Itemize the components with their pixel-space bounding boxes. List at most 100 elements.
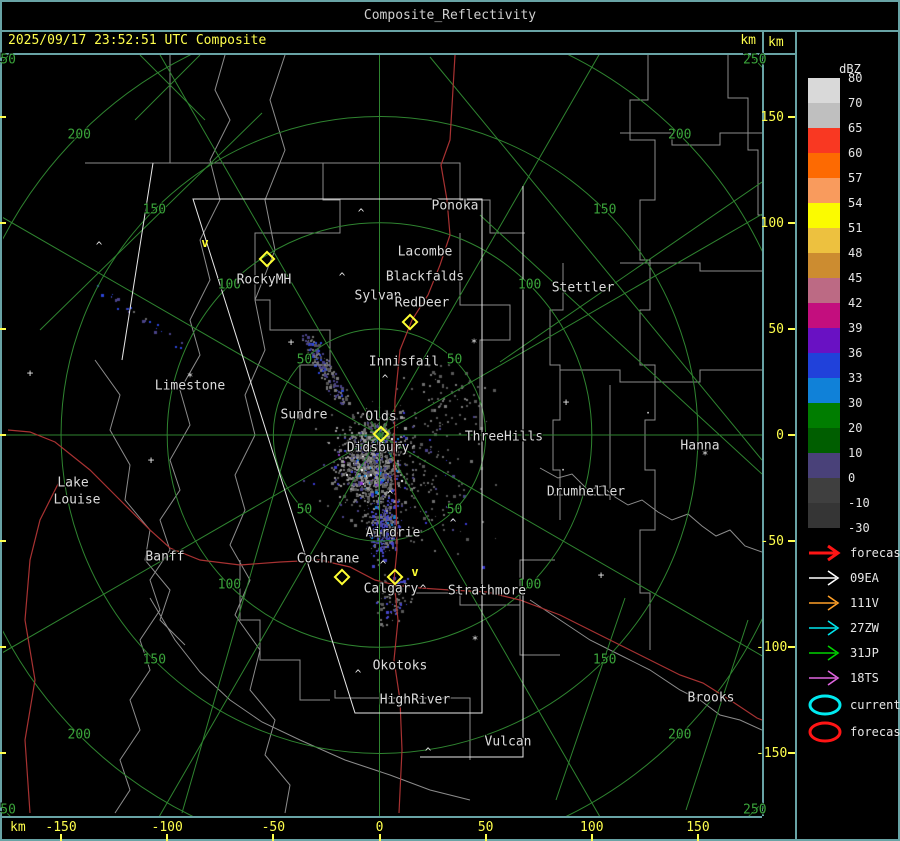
outer-frame-left — [0, 0, 2, 841]
city-label-sundre: Sundre — [281, 408, 328, 423]
left-axis-tick-mark — [0, 752, 6, 754]
bottom-axis-tick-mark — [591, 834, 593, 841]
legend-symbol-ellipse-current — [806, 694, 846, 716]
range-ring-label: 150 — [143, 653, 166, 668]
window-title: Composite_Reflectivity — [0, 0, 900, 30]
range-ring-label: 50 — [297, 503, 313, 518]
town-caret-marker: ^ — [96, 240, 103, 253]
city-label-threehills: ThreeHills — [465, 430, 543, 445]
right-axis-tick-label: 0 — [756, 428, 784, 443]
bottom-axis-tick-label: -50 — [262, 820, 285, 835]
bottom-axis-tick-label: -100 — [152, 820, 183, 835]
city-label-ponoka: Ponoka — [432, 199, 479, 214]
city-label-olds: Olds — [365, 410, 396, 425]
city-label-calgary: Calgary — [364, 582, 419, 597]
city-label-vulcan: Vulcan — [485, 735, 532, 750]
bottom-axis-tick-label: 50 — [478, 820, 494, 835]
right-axis-tick-label: -50 — [756, 534, 784, 549]
range-ring-label: 100 — [218, 578, 241, 593]
legend-label-111V: 111V — [850, 597, 879, 609]
colorbar-color-swatch — [808, 278, 840, 303]
radar-site-check-icon: v — [201, 236, 208, 250]
left-axis-tick-mark — [0, 540, 6, 542]
colorbar-tick-label: 30 — [848, 397, 892, 409]
right-axis-tick-mark — [788, 222, 795, 224]
legend-label-forecast: forecast — [850, 726, 900, 738]
radar-site-check-icon: v — [411, 565, 418, 579]
bottom-axis-tick-mark — [697, 834, 699, 841]
colorbar-color-swatch — [808, 228, 840, 253]
km-unit-bottom-axis: km — [10, 820, 26, 835]
colorbar-tick-label: 57 — [848, 172, 892, 184]
right-axis-tick-mark — [788, 752, 795, 754]
legend-label-27ZW: 27ZW — [850, 622, 879, 634]
city-label-highriver: HighRiver — [380, 693, 450, 708]
town-asterisk-marker: * — [472, 634, 479, 647]
bottom-axis-tick-mark — [272, 834, 274, 841]
city-label-lacombe: Lacombe — [398, 245, 453, 260]
city-label-didsbury: Didsbury — [347, 441, 410, 456]
colorbar-tick-label: -30 — [848, 522, 892, 534]
colorbar-tick-label: 39 — [848, 322, 892, 334]
legend-symbol-arrow-111V — [806, 592, 846, 614]
km-unit-right-axis: km — [768, 35, 784, 50]
bottom-axis-tick-mark — [60, 834, 62, 841]
town-caret-marker: ^ — [387, 489, 394, 502]
city-label-innisfail: Innisfail — [369, 355, 439, 370]
city-label-banff: Banff — [145, 550, 184, 565]
range-ring-label: 250 — [0, 52, 16, 67]
city-label-stettler: Stettler — [552, 281, 615, 296]
city-label-brooks: Brooks — [688, 691, 735, 706]
town-caret-marker: ^ — [380, 559, 387, 572]
left-axis-tick-mark — [0, 222, 6, 224]
city-label-louise: Louise — [54, 493, 101, 508]
colorbar-color-swatch — [808, 503, 840, 528]
map-right-border — [762, 30, 764, 816]
right-axis-tick-label: -150 — [756, 746, 784, 761]
range-ring-label: 50 — [447, 352, 463, 367]
colorbar-color-swatch — [808, 103, 840, 128]
colorbar-color-swatch — [808, 203, 840, 228]
colorbar-tick-label: 20 — [848, 422, 892, 434]
town-plus-marker: + — [27, 367, 34, 380]
range-ring-label: 200 — [68, 728, 91, 743]
range-ring-label: 250 — [743, 803, 766, 818]
km-unit-map: km — [726, 33, 756, 48]
range-ring-label: 150 — [143, 202, 166, 217]
legend-label-31JP: 31JP — [850, 647, 879, 659]
legend-label-forecast: forecast — [850, 547, 900, 559]
colorbar-tick-label: -10 — [848, 497, 892, 509]
colorbar-tick-label: 80 — [848, 72, 892, 84]
colorbar-tick-label: 45 — [848, 272, 892, 284]
colorbar-color-swatch — [808, 428, 840, 453]
colorbar-tick-label: 42 — [848, 297, 892, 309]
right-axis-tick-mark — [788, 646, 795, 648]
title-separator — [0, 30, 900, 32]
legend-symbol-arrow-27ZW — [806, 617, 846, 639]
legend-label-current: current — [850, 699, 900, 711]
town-caret-marker: ^ — [450, 517, 457, 530]
left-axis-tick-mark — [0, 328, 6, 330]
bottom-axis-tick-label: -150 — [45, 820, 76, 835]
left-axis-tick-mark — [0, 434, 6, 436]
town-caret-marker: ^ — [355, 668, 362, 681]
legend-symbol-arrow-31JP — [806, 642, 846, 664]
city-label-lake: Lake — [57, 476, 88, 491]
range-ring-label: 50 — [297, 352, 313, 367]
city-label-hanna: Hanna — [680, 439, 719, 454]
colorbar-color-swatch — [808, 128, 840, 153]
town-plus-marker: + — [598, 569, 605, 582]
bottom-axis-tick-label: 0 — [376, 820, 384, 835]
colorbar-tick-label: 36 — [848, 347, 892, 359]
colorbar-color-swatch — [808, 403, 840, 428]
legend-symbol-arrow-18TS — [806, 667, 846, 689]
left-axis-tick-mark — [0, 116, 6, 118]
colorbar-color-swatch — [808, 253, 840, 278]
legend-label-09EA: 09EA — [850, 572, 879, 584]
town-caret-marker: ^ — [382, 373, 389, 386]
timestamp-label: 2025/09/17 23:52:51 UTC Composite — [8, 33, 266, 48]
colorbar-tick-label: 0 — [848, 472, 892, 484]
range-ring-label: 150 — [593, 653, 616, 668]
colorbar-tick-label: 60 — [848, 147, 892, 159]
town-dot-marker: · — [645, 407, 652, 420]
